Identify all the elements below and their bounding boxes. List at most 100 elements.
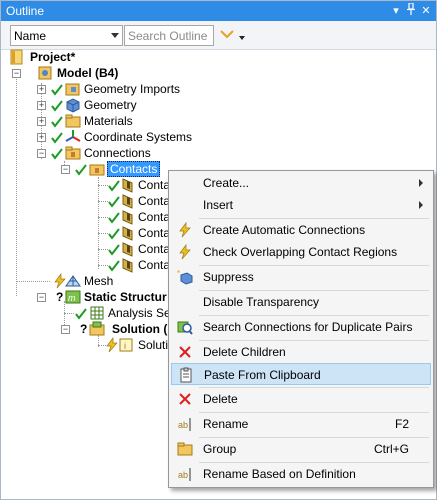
svg-text:ab: ab xyxy=(178,420,188,430)
collapse-toggle[interactable]: − xyxy=(37,293,46,302)
tree-item-contacts[interactable]: − Contacts xyxy=(58,161,178,177)
menu-item-shortcut: Ctrl+G xyxy=(373,442,409,456)
folder-icon xyxy=(177,442,193,456)
dropdown-icon[interactable]: ▾ xyxy=(389,3,403,19)
menu-item-rename[interactable]: ab Rename F2 xyxy=(171,413,431,435)
contact-region-icon xyxy=(122,242,133,257)
lightning-icon xyxy=(179,222,191,238)
geometry-icon xyxy=(66,98,80,113)
outline-toolbar: Name xyxy=(1,21,436,50)
tree-item-contact[interactable]: Contac xyxy=(98,257,176,273)
tree-item-geometry[interactable]: + Geometry xyxy=(34,97,194,113)
collapse-toggle[interactable]: − xyxy=(61,165,70,174)
tree-line xyxy=(98,185,108,186)
question-mark-icon: ? xyxy=(56,290,64,304)
svg-text:m: m xyxy=(68,293,76,303)
menu-item-rename-based-on-definition[interactable]: ab Rename Based on Definition xyxy=(171,463,431,485)
delete-icon xyxy=(179,393,191,405)
search-dropdown-arrow-icon[interactable] xyxy=(239,36,245,40)
analysis-settings-icon xyxy=(90,306,104,320)
tree-item-analysis-settings[interactable]: Analysis Set xyxy=(58,305,178,321)
tree-line xyxy=(98,217,108,218)
check-icon xyxy=(75,164,87,176)
tree-item-label: Mesh xyxy=(84,274,114,288)
menu-item-label: Create Automatic Connections xyxy=(203,223,366,237)
tree-item-materials[interactable]: + Materials xyxy=(34,113,194,129)
tree-item-label: Geometry xyxy=(84,98,137,112)
menu-item-create-automatic-connections[interactable]: Create Automatic Connections xyxy=(171,219,431,241)
menu-item-label: Suppress xyxy=(203,270,254,284)
tree-item-project[interactable]: Project* xyxy=(9,49,169,65)
check-icon xyxy=(108,212,120,224)
connections-icon xyxy=(65,146,81,160)
solution-information-icon: i xyxy=(119,338,133,352)
tree-item-static-structural[interactable]: − ? m Static Structur xyxy=(34,289,174,305)
expand-toggle[interactable]: + xyxy=(37,85,46,94)
svg-text:ab: ab xyxy=(178,470,188,480)
svg-text:*: * xyxy=(177,269,180,278)
menu-item-insert[interactable]: Insert xyxy=(171,194,431,216)
tree-item-contact[interactable]: Contac xyxy=(98,225,176,241)
solution-icon xyxy=(89,321,105,336)
pin-icon[interactable] xyxy=(404,2,418,19)
tree-item-solution[interactable]: − ? Solution ( xyxy=(58,321,178,337)
menu-item-suppress[interactable]: * Suppress xyxy=(171,266,431,288)
menu-item-label: Disable Transparency xyxy=(203,295,320,309)
menu-item-label: Group xyxy=(203,442,237,456)
tree-item-label: Coordinate Systems xyxy=(84,130,193,144)
panel-title: Outline xyxy=(6,4,45,18)
check-icon xyxy=(51,100,63,112)
geometry-imports-icon xyxy=(65,83,80,96)
tree-item-contact[interactable]: Contac xyxy=(98,241,176,257)
context-menu: Create... Insert Create Automatic Connec… xyxy=(168,170,434,488)
menu-item-disable-transparency[interactable]: Disable Transparency xyxy=(171,291,431,313)
suppress-icon: * xyxy=(177,269,193,285)
name-filter-select[interactable]: Name xyxy=(10,25,123,46)
menu-item-paste-from-clipboard[interactable]: Paste From Clipboard xyxy=(171,363,431,385)
menu-item-group[interactable]: Group Ctrl+G xyxy=(171,438,431,460)
menu-item-check-overlapping[interactable]: Check Overlapping Contact Regions xyxy=(171,241,431,263)
materials-icon xyxy=(65,114,81,128)
tree-item-solution-information[interactable]: i Solutio xyxy=(98,337,175,353)
expand-toggle[interactable]: + xyxy=(37,101,46,110)
tree-item-label: Static Structur xyxy=(84,290,167,304)
contacts-folder-icon xyxy=(89,164,105,176)
collapse-toggle[interactable]: − xyxy=(12,69,21,78)
tree-item-mesh[interactable]: Mesh xyxy=(16,273,154,289)
tree-item-contact[interactable]: Contac xyxy=(98,193,176,209)
menu-item-shortcut: F2 xyxy=(394,417,409,431)
expand-toggle[interactable]: + xyxy=(37,117,46,126)
submenu-arrow-icon xyxy=(419,201,423,209)
menu-item-delete[interactable]: Delete xyxy=(171,388,431,410)
check-icon xyxy=(108,244,120,256)
menu-item-label: Delete Children xyxy=(203,345,286,359)
tree-item-connections[interactable]: − Connections xyxy=(34,145,194,161)
close-icon[interactable]: ✕ xyxy=(419,3,433,19)
menu-item-create[interactable]: Create... xyxy=(171,172,431,194)
tree-line xyxy=(98,265,108,266)
tree-item-contact[interactable]: Contac xyxy=(98,209,176,225)
check-icon xyxy=(75,308,87,320)
expand-toggle[interactable]: + xyxy=(37,133,46,142)
tree-line xyxy=(64,313,74,314)
check-icon xyxy=(108,228,120,240)
tree-item-contact[interactable]: Contac xyxy=(98,177,176,193)
collapse-toggle[interactable]: − xyxy=(61,325,70,334)
project-icon xyxy=(10,49,23,65)
outline-titlebar: Outline ▾ ✕ xyxy=(1,1,436,21)
question-mark-icon: ? xyxy=(80,322,88,336)
search-outline-input[interactable] xyxy=(124,25,214,46)
search-options-icon[interactable] xyxy=(220,29,234,39)
check-icon xyxy=(51,148,63,160)
menu-item-label: Delete xyxy=(203,392,238,406)
tree-item-label: Connections xyxy=(84,146,151,160)
tree-item-label: Analysis Set xyxy=(108,306,175,320)
collapse-toggle[interactable]: − xyxy=(37,149,46,158)
tree-item-model[interactable]: − Model (B4) xyxy=(9,65,169,81)
tree-item-coordinate-systems[interactable]: + Coordinate Systems xyxy=(34,129,204,145)
menu-item-search-duplicate-pairs[interactable]: Search Connections for Duplicate Pairs xyxy=(171,316,431,338)
menu-item-delete-children[interactable]: Delete Children xyxy=(171,341,431,363)
tree-item-geometry-imports[interactable]: + Geometry Imports xyxy=(34,81,194,97)
chevron-down-icon xyxy=(111,33,119,38)
check-icon xyxy=(51,84,63,96)
